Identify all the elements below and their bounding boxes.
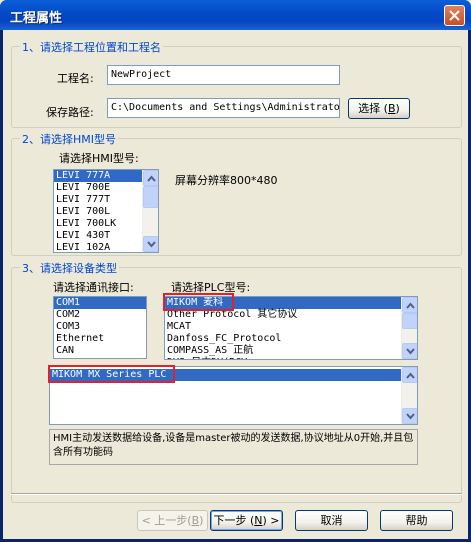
chevron-down-icon <box>406 413 415 420</box>
section3-legend: 3、请选择设备类型 <box>20 260 119 276</box>
scroll-up-button[interactable] <box>402 367 417 383</box>
separator <box>11 493 462 495</box>
hmi-list-scrollbar[interactable] <box>142 170 158 252</box>
project-name-input[interactable]: NewProject <box>107 65 340 85</box>
scroll-thumb[interactable] <box>402 313 417 329</box>
list-item[interactable]: COM3 <box>54 321 146 333</box>
list-item[interactable]: MCAT <box>165 321 417 333</box>
section2-legend: 2、请选择HMI型号 <box>20 131 119 147</box>
dialog-window: 工程属性 1、请选择工程位置和工程名 工程名: NewProject 保存路径:… <box>0 0 471 542</box>
chevron-up-icon <box>147 175 156 182</box>
scroll-up-button[interactable] <box>143 170 158 186</box>
close-button[interactable] <box>444 5 465 26</box>
window-title: 工程属性 <box>10 11 63 26</box>
help-button[interactable]: 帮助 <box>380 510 453 531</box>
plc-list-scrollbar[interactable] <box>401 297 417 359</box>
list-item[interactable]: COM1 <box>54 297 146 309</box>
list-item[interactable]: Danfoss_FC_Protocol <box>165 333 417 345</box>
next-button[interactable]: 下一步 (N) > <box>210 510 283 531</box>
port-label: 请选择通讯接口: <box>53 281 134 294</box>
list-item[interactable]: DVS 日本DV(RCV <box>165 357 417 359</box>
resolution-text: 屏幕分辨率800*480 <box>175 174 278 187</box>
section1-legend: 1、请选择工程位置和工程名 <box>20 39 163 55</box>
series-list-scrollbar[interactable] <box>401 367 417 424</box>
close-icon <box>449 10 460 21</box>
dialog-client: 1、请选择工程位置和工程名 工程名: NewProject 保存路径: C:\D… <box>3 30 468 539</box>
project-name-label: 工程名: <box>57 72 94 85</box>
scroll-up-button[interactable] <box>402 297 417 313</box>
save-path-input[interactable]: C:\Documents and Settings\Administrato <box>107 98 340 118</box>
browse-button[interactable]: 选择 (B) <box>348 98 410 119</box>
title-bar[interactable]: 工程属性 <box>0 0 471 30</box>
scroll-down-button[interactable] <box>143 236 158 252</box>
chevron-up-icon <box>406 372 415 379</box>
scroll-down-button[interactable] <box>402 408 417 424</box>
chevron-down-icon <box>147 241 156 248</box>
protocol-description: HMI主动发送数据给设备,设备是master被动的发送数据,协议地址从0开始,并… <box>49 429 418 465</box>
list-item[interactable]: Ethernet <box>54 333 146 345</box>
cancel-button[interactable]: 取消 <box>295 510 368 531</box>
back-button[interactable]: < 上一步(B) <box>137 510 208 531</box>
port-list[interactable]: COM1 COM2 COM3 Ethernet CAN <box>53 296 147 359</box>
chevron-up-icon <box>406 302 415 309</box>
list-item[interactable]: COM2 <box>54 309 146 321</box>
save-path-label: 保存路径: <box>46 106 94 119</box>
scroll-down-button[interactable] <box>402 343 417 359</box>
hmi-model-label: 请选择HMI型号: <box>59 152 139 165</box>
series-highlight-box <box>48 365 175 383</box>
chevron-down-icon <box>406 348 415 355</box>
scroll-thumb[interactable] <box>143 186 158 208</box>
hmi-model-list[interactable]: LEVI 777A LEVI 700E LEVI 777T LEVI 700L LEVI… <box>53 169 159 253</box>
list-item[interactable]: CAN <box>54 345 146 357</box>
plc-highlight-box <box>163 293 234 311</box>
list-item[interactable]: COMPASS_AS 正航 <box>165 345 417 357</box>
